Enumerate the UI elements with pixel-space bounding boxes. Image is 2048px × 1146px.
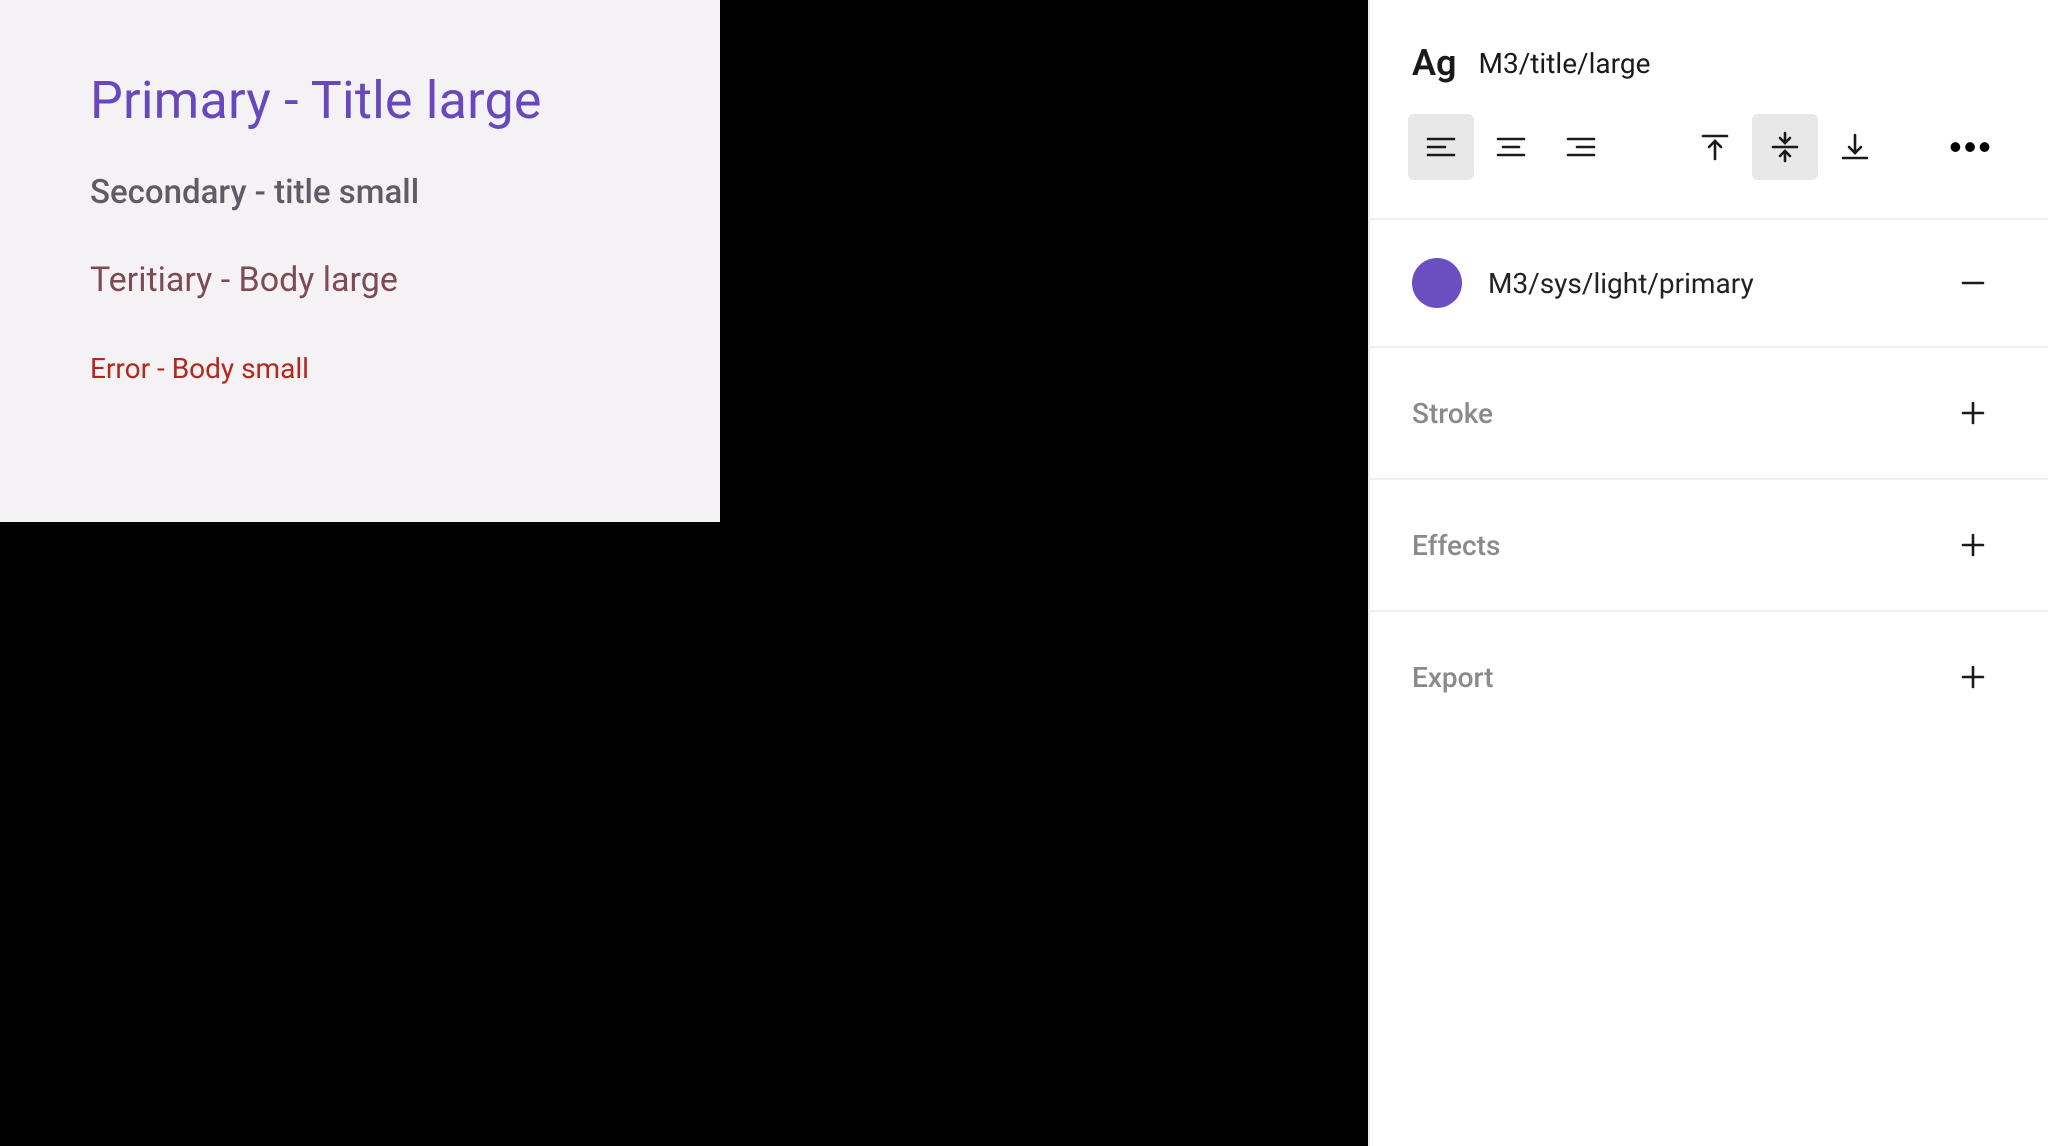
inspector-panel: Ag M3/title/large ••• M3/sys/light/prima… [1368, 0, 2048, 1146]
text-secondary-title-small[interactable]: Secondary - title small [90, 173, 630, 212]
fill-style-name[interactable]: M3/sys/light/primary [1488, 267, 1754, 300]
align-left-icon [1423, 129, 1459, 165]
remove-fill-button[interactable] [1940, 250, 2006, 316]
vertical-align-bottom-button[interactable] [1822, 114, 1888, 180]
plus-icon [1955, 659, 1991, 695]
add-stroke-button[interactable] [1940, 380, 2006, 446]
vertical-align-middle-button[interactable] [1752, 114, 1818, 180]
add-effect-button[interactable] [1940, 512, 2006, 578]
more-horizontal-icon: ••• [1949, 126, 1997, 168]
vertical-align-bottom-icon [1837, 129, 1873, 165]
vertical-align-top-icon [1697, 129, 1733, 165]
text-primary-title-large[interactable]: Primary - Title large [90, 70, 630, 131]
vertical-align-top-button[interactable] [1682, 114, 1748, 180]
align-right-button[interactable] [1548, 114, 1614, 180]
fill-section: M3/sys/light/primary [1370, 218, 2048, 346]
text-style-name: M3/title/large [1479, 47, 1651, 80]
effects-section-label: Effects [1412, 529, 1500, 562]
export-section: Export [1370, 610, 2048, 742]
stroke-section-label: Stroke [1412, 397, 1493, 430]
more-type-options-button[interactable]: ••• [1940, 114, 2006, 180]
text-style-row[interactable]: Ag M3/title/large [1370, 0, 2048, 114]
align-center-button[interactable] [1478, 114, 1544, 180]
text-tertiary-body-large[interactable]: Teritiary - Body large [90, 260, 630, 300]
stroke-section: Stroke [1370, 346, 2048, 478]
plus-icon [1955, 527, 1991, 563]
export-section-label: Export [1412, 661, 1493, 694]
effects-section: Effects [1370, 478, 2048, 610]
text-error-body-small[interactable]: Error - Body small [90, 352, 630, 385]
text-style-glyph-icon: Ag [1412, 42, 1457, 84]
vertical-align-middle-icon [1767, 129, 1803, 165]
canvas[interactable]: Primary - Title large Secondary - title … [0, 0, 1368, 1146]
align-center-icon [1493, 129, 1529, 165]
align-left-button[interactable] [1408, 114, 1474, 180]
text-align-toolbar: ••• [1370, 114, 2048, 218]
fill-color-swatch[interactable] [1412, 258, 1462, 308]
plus-icon [1955, 395, 1991, 431]
minus-icon [1955, 265, 1991, 301]
design-frame[interactable]: Primary - Title large Secondary - title … [0, 0, 720, 522]
align-right-icon [1563, 129, 1599, 165]
add-export-button[interactable] [1940, 644, 2006, 710]
